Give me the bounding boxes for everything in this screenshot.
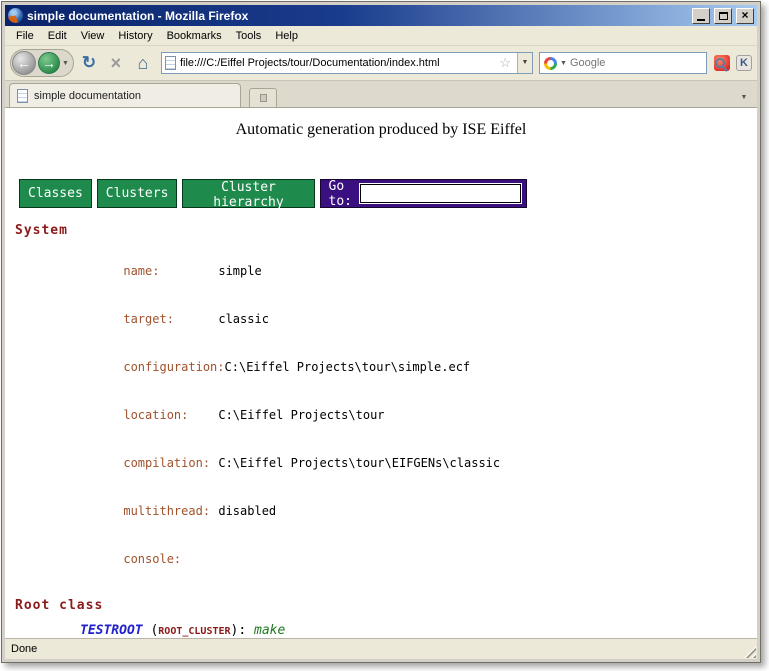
bookmark-star-icon[interactable]: ☆	[497, 55, 513, 71]
goto-input-top[interactable]	[360, 184, 521, 203]
page-content: Automatic generation produced by ISE Eif…	[5, 108, 757, 638]
system-row-location: location:C:\Eiffel Projects\tour	[80, 391, 757, 439]
paren-close: ):	[231, 623, 254, 638]
title-bar[interactable]: simple documentation - Mozilla Firefox ×	[5, 5, 757, 26]
classes-button[interactable]: Classes	[19, 179, 92, 208]
row-key: target:	[123, 311, 218, 327]
system-row-multithread: multithread:disabled	[80, 487, 757, 535]
goto-box-top: Go to:	[320, 179, 527, 208]
firefox-icon	[8, 8, 23, 23]
page-icon	[165, 56, 176, 70]
resize-grip[interactable]	[743, 645, 756, 658]
reload-button[interactable]: ↻	[77, 50, 101, 76]
google-icon	[544, 57, 557, 70]
search-bar: ▼	[539, 52, 707, 74]
row-value: C:\Eiffel Projects\tour\simple.ecf	[225, 360, 471, 374]
row-value: C:\Eiffel Projects\tour\EIFGENs\classic	[218, 456, 500, 470]
menu-tools[interactable]: Tools	[229, 28, 269, 44]
new-tab-icon	[260, 94, 267, 102]
menu-bookmarks[interactable]: Bookmarks	[160, 28, 229, 44]
system-row-target: target:classic	[80, 295, 757, 343]
search-engine-dropdown-icon[interactable]: ▼	[560, 60, 567, 67]
list-all-tabs-button[interactable]: ▼	[735, 94, 753, 107]
row-key: configuration:	[123, 359, 224, 375]
cluster-hierarchy-button[interactable]: Cluster hierarchy	[182, 179, 314, 208]
menu-view[interactable]: View	[74, 28, 112, 44]
addon-icon-k[interactable]: K	[736, 55, 752, 71]
menu-help[interactable]: Help	[268, 28, 305, 44]
creation-feature[interactable]: make	[254, 623, 285, 638]
minimize-icon	[697, 19, 705, 21]
system-row-console: console:	[80, 535, 757, 583]
browser-window: simple documentation - Mozilla Firefox ×…	[1, 1, 761, 663]
system-row-configuration: configuration:C:\Eiffel Projects\tour\si…	[80, 343, 757, 391]
history-dropdown-icon[interactable]: ▼	[62, 60, 69, 67]
row-key: name:	[123, 263, 218, 279]
system-row-name: name:simple	[80, 247, 757, 295]
search-input[interactable]	[570, 57, 712, 69]
row-value: C:\Eiffel Projects\tour	[218, 408, 384, 422]
tab-strip: simple documentation ▼	[5, 81, 757, 108]
paren-open: (	[143, 623, 159, 638]
tab-label: simple documentation	[34, 90, 141, 102]
navigation-toolbar: ← → ▼ ↻ × ⌂ ☆ ▼ ▼ K	[5, 46, 757, 81]
search-magnifier-icon[interactable]	[715, 58, 725, 68]
close-button[interactable]: ×	[736, 8, 754, 24]
status-bar: Done	[5, 638, 757, 659]
tab-favicon	[17, 89, 28, 103]
maximize-button[interactable]	[714, 8, 732, 24]
system-heading: System	[15, 223, 757, 238]
row-key: compilation:	[123, 455, 218, 471]
menu-bar: File Edit View History Bookmarks Tools H…	[5, 26, 757, 46]
root-class-link[interactable]: TESTROOT	[80, 623, 143, 638]
tab-simple-documentation[interactable]: simple documentation	[9, 83, 241, 107]
maximize-icon	[719, 12, 728, 20]
minimize-button[interactable]	[692, 8, 710, 24]
address-bar: ☆ ▼	[161, 52, 533, 74]
row-key: multithread:	[123, 503, 218, 519]
row-key: console:	[123, 551, 218, 567]
back-button[interactable]: ←	[12, 51, 36, 75]
new-tab-button[interactable]	[249, 88, 277, 107]
window-title: simple documentation - Mozilla Firefox	[27, 9, 688, 23]
row-value: disabled	[218, 504, 276, 518]
row-value: simple	[218, 264, 261, 278]
status-text: Done	[11, 643, 37, 655]
doc-header: Automatic generation produced by ISE Eif…	[5, 121, 757, 139]
address-dropdown-button[interactable]: ▼	[517, 53, 532, 73]
address-input[interactable]	[180, 57, 493, 69]
root-class-line: TESTROOT (ROOT_CLUSTER): make	[80, 622, 757, 638]
menu-edit[interactable]: Edit	[41, 28, 74, 44]
back-forward-group: ← → ▼	[10, 49, 74, 77]
root-cluster-ref[interactable]: ROOT_CLUSTER	[158, 626, 230, 637]
goto-label: Go to:	[329, 179, 352, 209]
row-value: classic	[218, 312, 269, 326]
home-button[interactable]: ⌂	[131, 50, 155, 76]
stop-button[interactable]: ×	[104, 50, 128, 76]
menu-history[interactable]: History	[111, 28, 159, 44]
root-class-heading: Root class	[15, 598, 757, 613]
forward-button[interactable]: →	[38, 52, 60, 74]
menu-file[interactable]: File	[9, 28, 41, 44]
clusters-button[interactable]: Clusters	[97, 179, 178, 208]
system-row-compilation: compilation:C:\Eiffel Projects\tour\EIFG…	[80, 439, 757, 487]
doc-toolbar-top: Classes Clusters Cluster hierarchy Go to…	[19, 179, 527, 208]
row-key: location:	[123, 407, 218, 423]
